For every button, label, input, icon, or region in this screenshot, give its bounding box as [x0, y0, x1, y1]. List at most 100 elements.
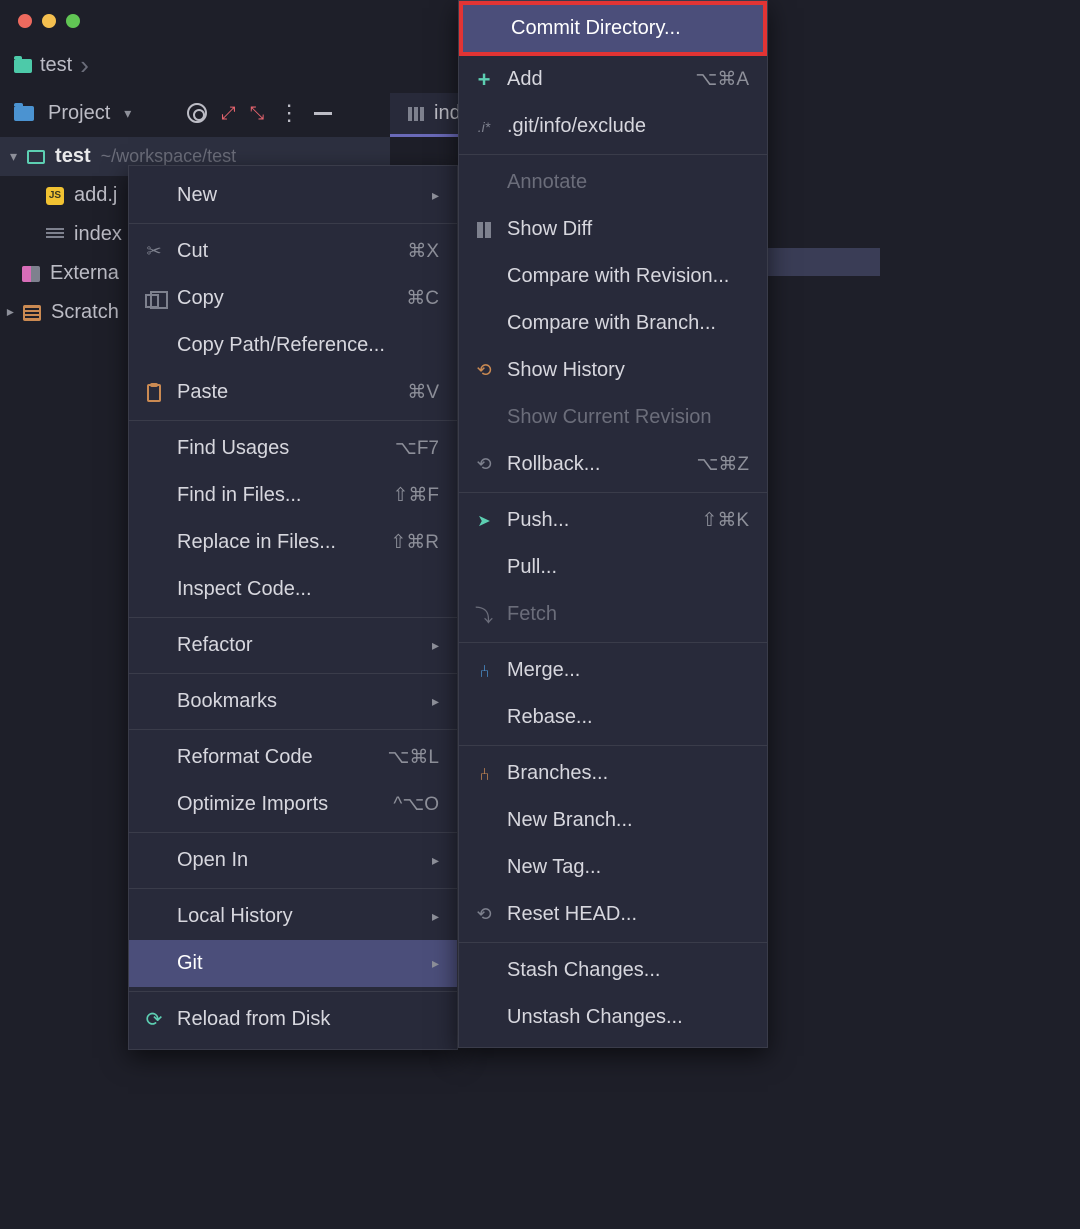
- separator: [129, 832, 457, 833]
- chevron-down-icon[interactable]: ▾: [124, 105, 131, 122]
- menu-label: Merge...: [507, 659, 749, 682]
- separator: [459, 745, 767, 746]
- tree-root-name: test: [55, 145, 91, 168]
- menu-new-branch[interactable]: New Branch...: [459, 797, 767, 844]
- menu-stash[interactable]: Stash Changes...: [459, 947, 767, 994]
- menu-open-in[interactable]: Open In ▸: [129, 837, 457, 884]
- separator: [129, 223, 457, 224]
- blank-icon: [143, 335, 165, 357]
- select-target-icon[interactable]: [187, 103, 207, 123]
- menu-branches[interactable]: Branches...: [459, 750, 767, 797]
- copy-icon: [143, 288, 165, 310]
- menu-rebase[interactable]: Rebase...: [459, 694, 767, 741]
- menu-merge[interactable]: Merge...: [459, 647, 767, 694]
- menu-label: Compare with Revision...: [507, 265, 749, 288]
- menu-new-tag[interactable]: New Tag...: [459, 844, 767, 891]
- highlight-annotation: Commit Directory...: [459, 1, 767, 56]
- shortcut-label: ⇧⌘R: [390, 531, 439, 554]
- blank-icon: [143, 532, 165, 554]
- menu-inspect-code[interactable]: Inspect Code...: [129, 566, 457, 613]
- menu-label: Annotate: [507, 171, 749, 194]
- menu-replace-in-files[interactable]: Replace in Files... ⇧⌘R: [129, 519, 457, 566]
- tree-item-label: add.j: [74, 184, 117, 207]
- blank-icon: [143, 185, 165, 207]
- menu-label: Find Usages: [177, 437, 383, 460]
- menu-compare-revision[interactable]: Compare with Revision...: [459, 253, 767, 300]
- menu-copy-path[interactable]: Copy Path/Reference...: [129, 322, 457, 369]
- chevron-right-icon[interactable]: ▾: [1, 309, 18, 316]
- file-icon: [46, 228, 64, 242]
- menu-label: Show History: [507, 359, 749, 382]
- menu-copy[interactable]: Copy ⌘C: [129, 275, 457, 322]
- menu-label: Show Current Revision: [507, 406, 749, 429]
- collapse-icon[interactable]: ⤡: [250, 103, 264, 124]
- menu-label: Copy Path/Reference...: [177, 334, 439, 357]
- separator: [459, 154, 767, 155]
- menu-label: .git/info/exclude: [507, 115, 749, 138]
- menu-find-usages[interactable]: Find Usages ⌥F7: [129, 425, 457, 472]
- menu-show-history[interactable]: Show History: [459, 347, 767, 394]
- separator: [129, 420, 457, 421]
- menu-optimize-imports[interactable]: Optimize Imports ^⌥O: [129, 781, 457, 828]
- menu-reformat-code[interactable]: Reformat Code ⌥⌘L: [129, 734, 457, 781]
- menu-local-history[interactable]: Local History ▸: [129, 893, 457, 940]
- project-label[interactable]: Project: [48, 102, 110, 125]
- shortcut-label: ⌥⌘L: [388, 746, 439, 769]
- breadcrumb[interactable]: test ›: [14, 50, 89, 81]
- menu-pull[interactable]: Pull...: [459, 544, 767, 591]
- blank-icon: [143, 485, 165, 507]
- menu-show-diff[interactable]: Show Diff: [459, 206, 767, 253]
- minimize-icon[interactable]: [42, 14, 56, 28]
- scissors-icon: [143, 241, 165, 263]
- blank-icon: [143, 850, 165, 872]
- fetch-icon: [473, 604, 495, 626]
- shortcut-label: ⇧⌘F: [392, 484, 439, 507]
- menu-bookmarks[interactable]: Bookmarks ▸: [129, 678, 457, 725]
- menu-fetch: Fetch: [459, 591, 767, 638]
- menu-label: Compare with Branch...: [507, 312, 749, 335]
- menu-label: Pull...: [507, 556, 749, 579]
- menu-find-in-files[interactable]: Find in Files... ⇧⌘F: [129, 472, 457, 519]
- chevron-right-icon: ▸: [432, 852, 439, 869]
- chevron-down-icon[interactable]: ▾: [10, 148, 17, 165]
- menu-annotate: Annotate: [459, 159, 767, 206]
- menu-git-exclude[interactable]: .i* .git/info/exclude: [459, 103, 767, 150]
- window-controls: [18, 14, 80, 28]
- separator: [129, 991, 457, 992]
- menu-label: Inspect Code...: [177, 578, 439, 601]
- menu-refactor[interactable]: Refactor ▸: [129, 622, 457, 669]
- js-file-icon: JS: [46, 187, 64, 205]
- menu-reload-from-disk[interactable]: Reload from Disk: [129, 996, 457, 1043]
- chevron-right-icon: ›: [80, 50, 89, 81]
- expand-icon[interactable]: ⤢: [221, 103, 235, 124]
- shortcut-label: ⌥⌘A: [695, 68, 749, 91]
- menu-label: New Tag...: [507, 856, 749, 879]
- menu-git-add[interactable]: Add ⌥⌘A: [459, 56, 767, 103]
- maximize-icon[interactable]: [66, 14, 80, 28]
- close-icon[interactable]: [18, 14, 32, 28]
- menu-unstash[interactable]: Unstash Changes...: [459, 994, 767, 1041]
- menu-compare-branch[interactable]: Compare with Branch...: [459, 300, 767, 347]
- menu-new[interactable]: New ▸: [129, 172, 457, 219]
- menu-cut[interactable]: Cut ⌘X: [129, 228, 457, 275]
- menu-push[interactable]: Push... ⇧⌘K: [459, 497, 767, 544]
- menu-label: Reformat Code: [177, 746, 376, 769]
- menu-commit-directory[interactable]: Commit Directory...: [463, 5, 763, 52]
- library-icon: [22, 266, 40, 282]
- menu-reset-head[interactable]: Reset HEAD...: [459, 891, 767, 938]
- menu-label: Cut: [177, 240, 395, 263]
- push-icon: [473, 510, 495, 532]
- menu-paste[interactable]: Paste ⌘V: [129, 369, 457, 416]
- menu-label: Paste: [177, 381, 395, 404]
- chevron-right-icon: ▸: [432, 187, 439, 204]
- blank-icon: [143, 953, 165, 975]
- breadcrumb-project: test: [40, 54, 72, 77]
- menu-git[interactable]: Git ▸: [129, 940, 457, 987]
- menu-rollback[interactable]: Rollback... ⌥⌘Z: [459, 441, 767, 488]
- folder-icon: [14, 59, 32, 73]
- menu-label: Git: [177, 952, 420, 975]
- minimize-panel-icon[interactable]: [314, 112, 332, 115]
- shortcut-label: ⌘C: [406, 287, 439, 310]
- tree-item-label: Scratch: [51, 301, 119, 324]
- more-icon[interactable]: ⋮: [278, 100, 300, 126]
